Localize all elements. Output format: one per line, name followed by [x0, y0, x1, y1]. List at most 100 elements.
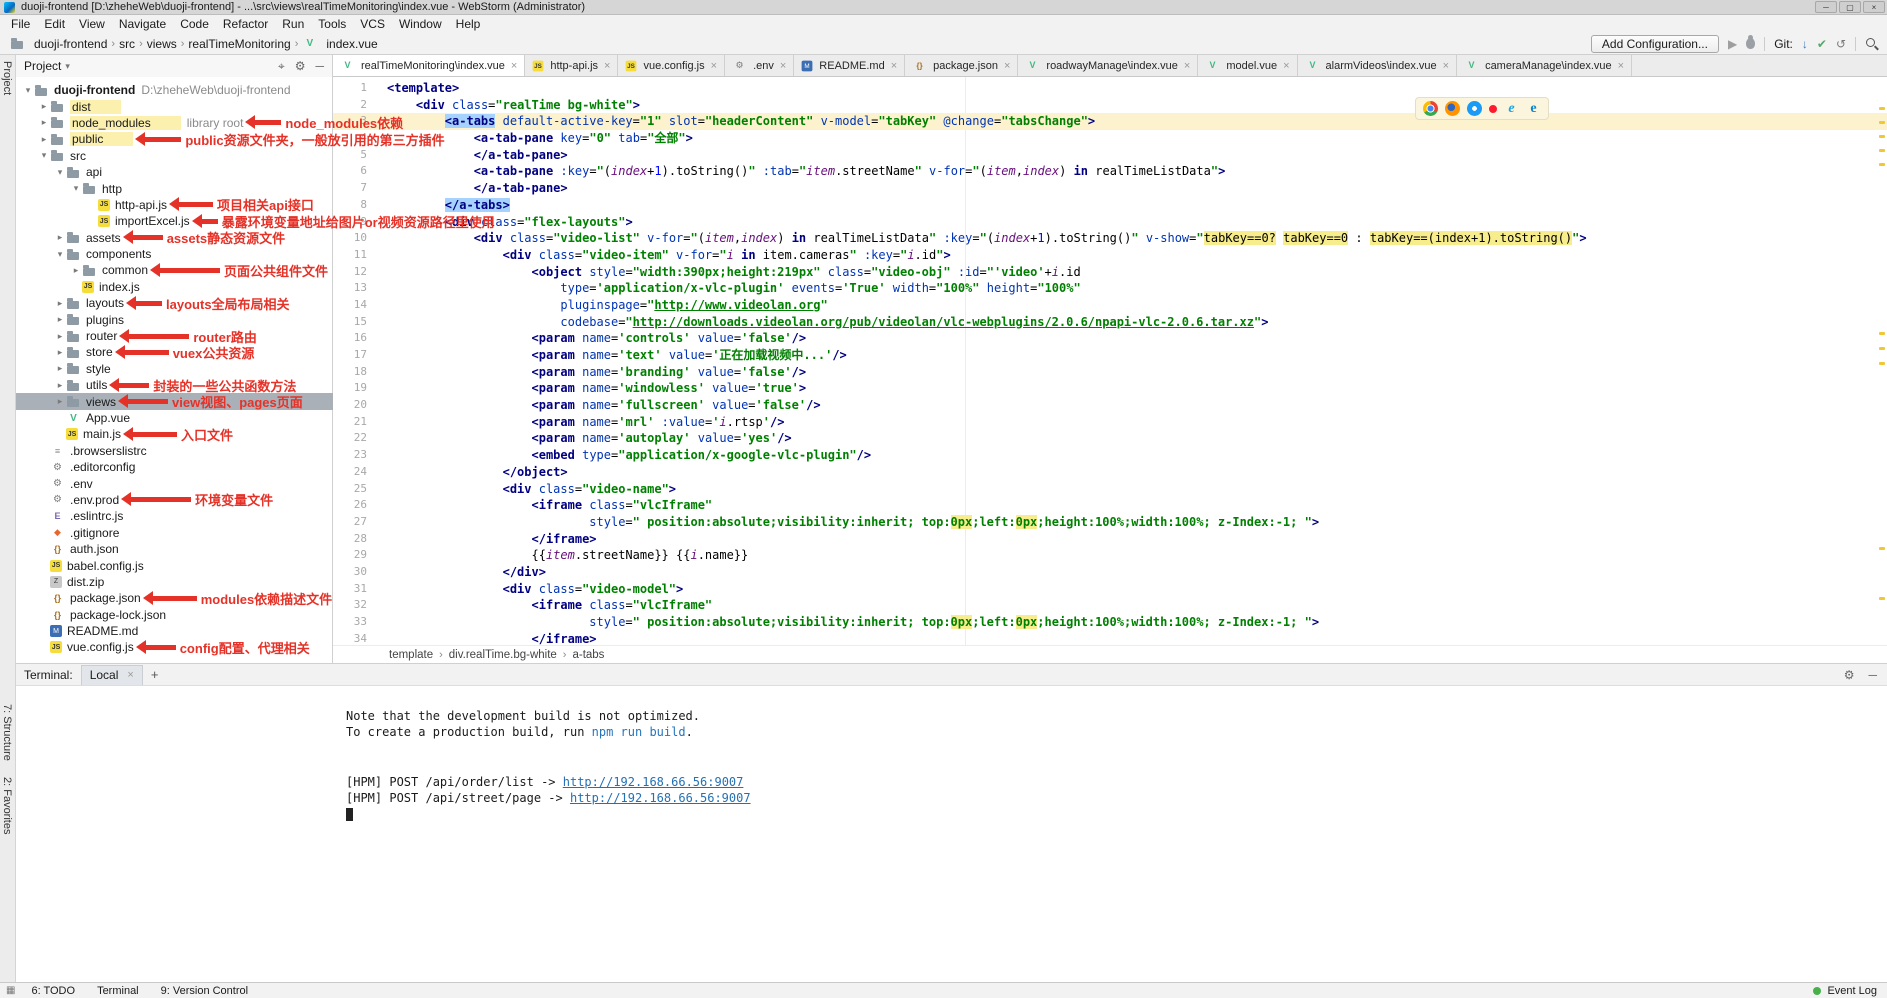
tree-item-.editorconfig[interactable]: ⚙.editorconfig — [16, 459, 333, 475]
minimize-button[interactable]: ─ — [1815, 1, 1837, 13]
chevron-right-icon[interactable]: ▸ — [70, 265, 82, 276]
locate-file-icon[interactable]: ⌖ — [278, 59, 285, 74]
close-icon[interactable]: × — [1283, 60, 1289, 72]
safari-icon[interactable] — [1467, 101, 1482, 116]
tree-item-importexcel.js[interactable]: JSimportExcel.js暴露环境变量地址给图片or视频资源路径里使用 — [16, 213, 333, 229]
statusbar-item-terminal[interactable]: Terminal — [97, 985, 139, 997]
close-icon[interactable]: × — [1618, 60, 1624, 72]
close-icon[interactable]: × — [780, 60, 786, 72]
tree-item-http[interactable]: ▾http — [16, 180, 333, 196]
editor-tab[interactable]: Vmodel.vue× — [1198, 55, 1297, 76]
chevron-down-icon[interactable]: ▾ — [70, 183, 82, 194]
close-icon[interactable]: × — [511, 60, 517, 72]
tree-item-views[interactable]: ▸viewsview视图、pages页面 — [16, 393, 333, 409]
chevron-right-icon[interactable]: ▸ — [38, 134, 50, 145]
menu-item-tools[interactable]: Tools — [311, 17, 353, 31]
breadcrumb-item[interactable]: duoji-frontend — [10, 37, 107, 51]
tree-item-package-lock.json[interactable]: {}package-lock.json — [16, 607, 333, 623]
git-rollback-icon[interactable]: ↺ — [1836, 37, 1846, 51]
tree-item-layouts[interactable]: ▸layoutslayouts全局布局相关 — [16, 295, 333, 311]
project-panel-title[interactable]: Project — [24, 59, 61, 73]
chevron-down-icon[interactable]: ▾ — [54, 167, 66, 178]
debug-icon[interactable] — [1746, 38, 1755, 49]
close-icon[interactable]: × — [127, 669, 133, 681]
breadcrumb-item[interactable]: views — [147, 37, 177, 51]
chevron-right-icon[interactable]: ▸ — [38, 117, 50, 128]
breadcrumb-item[interactable]: Vindex.vue — [302, 37, 377, 51]
chevron-right-icon[interactable]: ▸ — [54, 363, 66, 374]
git-commit-icon[interactable]: ✔ — [1817, 37, 1827, 51]
menu-item-vcs[interactable]: VCS — [353, 17, 392, 31]
tree-item-common[interactable]: ▸common页面公共组件文件 — [16, 262, 333, 278]
tree-item-.env.prod[interactable]: ⚙.env.prod环境变量文件 — [16, 492, 333, 508]
editor-tab[interactable]: {}package.json× — [905, 55, 1018, 76]
chevron-down-icon[interactable]: ▾ — [38, 150, 50, 161]
error-stripe[interactable] — [1876, 77, 1887, 645]
menu-item-code[interactable]: Code — [173, 17, 216, 31]
breadcrumb-item[interactable]: a-tabs — [572, 649, 604, 661]
tree-item-vue.config.js[interactable]: JSvue.config.jsconfig配置、代理相关 — [16, 639, 333, 655]
editor-surface[interactable]: 1<template>2 <div class="realTime bg-whi… — [333, 77, 1887, 645]
opera-icon[interactable] — [1489, 105, 1497, 113]
menu-item-edit[interactable]: Edit — [37, 17, 72, 31]
tree-item-app.vue[interactable]: VApp.vue — [16, 410, 333, 426]
menu-item-navigate[interactable]: Navigate — [112, 17, 173, 31]
tree-item-babel.config.js[interactable]: JSbabel.config.js — [16, 557, 333, 573]
ie-icon[interactable]: e — [1504, 101, 1519, 116]
tree-item-router[interactable]: ▸routerrouter路由 — [16, 328, 333, 344]
chevron-down-icon[interactable]: ▾ — [22, 85, 34, 96]
tree-item-dist.zip[interactable]: Zdist.zip — [16, 574, 333, 590]
close-icon[interactable]: × — [604, 60, 610, 72]
chevron-right-icon[interactable]: ▸ — [54, 331, 66, 342]
close-icon[interactable]: × — [1004, 60, 1010, 72]
tree-item-duoji-frontend[interactable]: ▾duoji-frontendD:\zheheWeb\duoji-fronten… — [16, 82, 333, 98]
tree-item-main.js[interactable]: JSmain.js入口文件 — [16, 426, 333, 442]
tree-item-package.json[interactable]: {}package.jsonmodules依赖描述文件 — [16, 590, 333, 606]
terminal-output[interactable]: Note that the development build is not o… — [16, 686, 1887, 982]
gear-icon[interactable]: ⚙ — [1844, 668, 1855, 682]
editor-tab[interactable]: ⚙.env× — [725, 55, 794, 76]
tree-item-public[interactable]: ▸publicpublic资源文件夹，一般放引用的第三方插件 — [16, 131, 333, 147]
tree-item-plugins[interactable]: ▸plugins — [16, 311, 333, 327]
tree-item-store[interactable]: ▸storevuex公共资源 — [16, 344, 333, 360]
menu-item-view[interactable]: View — [72, 17, 112, 31]
tool-window-switcher-icon[interactable]: ▦ — [6, 985, 15, 996]
tree-item-assets[interactable]: ▸assetsassets静态资源文件 — [16, 230, 333, 246]
chevron-right-icon[interactable]: ▸ — [54, 314, 66, 325]
tree-item-api[interactable]: ▾api — [16, 164, 333, 180]
editor-tab[interactable]: VroadwayManage\index.vue× — [1018, 55, 1198, 76]
breadcrumb-item[interactable]: div.realTime.bg-white — [449, 649, 557, 661]
tree-item-readme.md[interactable]: MREADME.md — [16, 623, 333, 639]
tool-button-favorites[interactable]: 2: Favorites — [1, 777, 13, 834]
menu-item-run[interactable]: Run — [275, 17, 311, 31]
git-update-icon[interactable]: ↓ — [1802, 37, 1808, 51]
menu-item-window[interactable]: Window — [392, 17, 449, 31]
new-terminal-icon[interactable]: + — [151, 667, 159, 682]
terminal-link[interactable]: http://192.168.66.56:9007 — [563, 775, 744, 789]
hide-panel-icon[interactable]: ─ — [1868, 668, 1877, 682]
firefox-icon[interactable] — [1445, 101, 1460, 116]
tree-item-style[interactable]: ▸style — [16, 361, 333, 377]
chevron-right-icon[interactable]: ▸ — [38, 101, 50, 112]
close-button[interactable]: × — [1863, 1, 1885, 13]
terminal-tab-local[interactable]: Local × — [81, 665, 143, 685]
tree-item-.eslintrc.js[interactable]: E.eslintrc.js — [16, 508, 333, 524]
editor-tab[interactable]: VrealTimeMonitoring\index.vue× — [333, 55, 525, 76]
maximize-button[interactable]: ▢ — [1839, 1, 1861, 13]
breadcrumb-item[interactable]: template — [389, 649, 433, 661]
tree-item-node-modules[interactable]: ▸node_moduleslibrary rootnode_modules依赖 — [16, 115, 333, 131]
tree-item-auth.json[interactable]: {}auth.json — [16, 541, 333, 557]
tool-button-structure[interactable]: 7: Structure — [1, 704, 13, 761]
menu-item-help[interactable]: Help — [449, 17, 488, 31]
tree-item-.browserslistrc[interactable]: ≡.browserslistrc — [16, 443, 333, 459]
breadcrumb-item[interactable]: src — [119, 37, 135, 51]
chevron-right-icon[interactable]: ▸ — [54, 380, 66, 391]
menu-item-file[interactable]: File — [4, 17, 37, 31]
project-tree[interactable]: ▾duoji-frontendD:\zheheWeb\duoji-fronten… — [16, 77, 332, 656]
tree-item-utils[interactable]: ▸utils封装的一些公共函数方法 — [16, 377, 333, 393]
gear-icon[interactable]: ⚙ — [295, 59, 306, 74]
menu-item-refactor[interactable]: Refactor — [216, 17, 275, 31]
tree-item-index.js[interactable]: JSindex.js — [16, 279, 333, 295]
statusbar-item-versioncontrol[interactable]: 9: Version Control — [161, 985, 248, 997]
tool-button-project[interactable]: Project — [1, 61, 13, 95]
